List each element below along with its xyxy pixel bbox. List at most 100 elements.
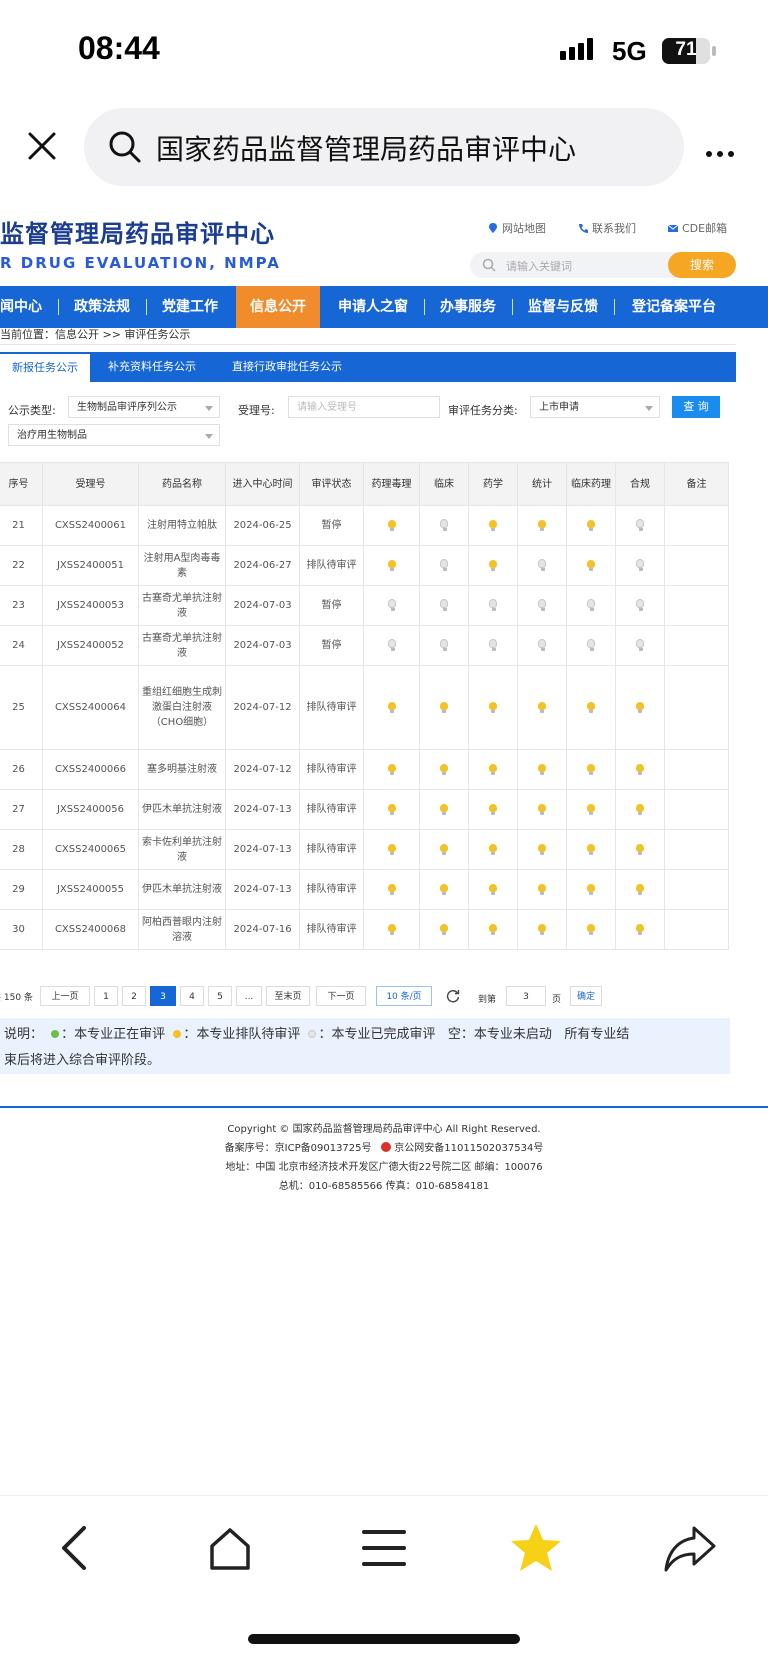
share-icon[interactable] (660, 1520, 720, 1576)
discipline-cell (468, 789, 518, 830)
page-button-current[interactable]: 3 (150, 986, 176, 1006)
discipline-cell (566, 585, 616, 626)
chevron-down-icon (205, 406, 213, 411)
goto-page-input[interactable]: 3 (506, 986, 546, 1006)
bulb-queued-icon (587, 560, 595, 571)
nav-feedback[interactable]: 监督与反馈 (528, 286, 598, 328)
nav-services[interactable]: 办事服务 (440, 286, 496, 328)
entry-date: 2024-06-27 (225, 545, 300, 586)
address: 地址：中国 北京市经济技术开发区广德大街22号院二区 邮编：100076 (225, 1162, 543, 1173)
bulb-queued-icon (489, 804, 497, 815)
discipline-cell (517, 749, 567, 790)
tab-new-report[interactable]: 新报任务公示 (0, 352, 90, 382)
drug-name: 阿柏西普眼内注射溶液 (138, 909, 226, 950)
next-page-button[interactable]: 下一页 (316, 986, 366, 1006)
nav-registration[interactable]: 登记备案平台 (632, 286, 716, 328)
col-header: 审评状态 (299, 462, 364, 506)
col-header: 受理号 (42, 462, 139, 506)
tab-supplement[interactable]: 补充资料任务公示 (108, 352, 196, 382)
table-row: 28 CXSS2400065 索卡佐利单抗注射液 2024-07-13 排队待审评 (0, 829, 729, 870)
bulb-done-icon (538, 559, 546, 571)
review-status: 排队待审评 (299, 869, 364, 910)
discipline-cell (468, 585, 518, 626)
discipline-cell (419, 545, 469, 586)
table-row: 27 JXSS2400056 伊匹木单抗注射液 2024-07-13 排队待审评 (0, 789, 729, 830)
discipline-cell (363, 829, 420, 870)
page-button[interactable]: 5 (208, 986, 232, 1006)
discipline-cell (363, 869, 420, 910)
row-number: 30 (0, 909, 43, 950)
type-select[interactable]: 生物制品审评序列公示 (68, 396, 220, 418)
task-table: 序号 受理号 药品名称 进入中心时间 审评状态 药理毒理 临床 药学 统计 临床… (0, 462, 729, 950)
bulb-queued-icon (489, 924, 497, 935)
col-header: 药品名称 (138, 462, 226, 506)
entry-date: 2024-07-12 (225, 665, 300, 750)
bulb-queued-icon (587, 804, 595, 815)
discipline-cell (615, 505, 665, 546)
search-input[interactable]: 国家药品监督管理局药品审评中心 (84, 108, 684, 186)
refresh-icon[interactable] (446, 989, 460, 1003)
site-search-button[interactable]: 搜索 (668, 252, 736, 278)
row-number: 22 (0, 545, 43, 586)
entry-date: 2024-06-25 (225, 505, 300, 546)
category-select[interactable]: 治疗用生物制品 (8, 424, 220, 446)
sitemap-link[interactable]: 网站地图 (488, 220, 546, 236)
bulb-queued-icon (587, 764, 595, 775)
nav-applicant[interactable]: 申请人之窗 (338, 286, 408, 328)
bulb-queued-icon (538, 804, 546, 815)
query-button[interactable]: 查 询 (672, 396, 720, 418)
bulb-queued-icon (538, 844, 546, 855)
home-icon[interactable] (200, 1520, 260, 1576)
review-status: 排队待审评 (299, 789, 364, 830)
discipline-cell (517, 665, 567, 750)
drug-name: 注射用A型肉毒毒素 (138, 545, 226, 586)
bottom-toolbar (0, 1495, 768, 1664)
remark-cell (664, 909, 729, 950)
discipline-cell (615, 585, 665, 626)
bulb-queued-icon (636, 764, 644, 775)
last-page-button[interactable]: 至末页 (266, 986, 310, 1006)
discipline-cell (419, 749, 469, 790)
discipline-cell (517, 829, 567, 870)
bulb-done-icon (440, 599, 448, 611)
row-number: 21 (0, 505, 43, 546)
menu-icon[interactable] (354, 1520, 414, 1576)
contact-link[interactable]: 联系我们 (578, 220, 636, 236)
confirm-button[interactable]: 确定 (570, 986, 602, 1006)
total-count: 共 150 条 (0, 993, 33, 1003)
prev-page-button[interactable]: 上一页 (40, 986, 90, 1006)
table-row: 21 CXSS2400061 注射用特立帕肽 2024-06-25 暂停 (0, 505, 729, 546)
more-icon[interactable] (706, 142, 739, 161)
task-select[interactable]: 上市申请 (530, 396, 660, 418)
nav-news[interactable]: 闻中心 (0, 286, 42, 328)
table-row: 25 CXSS2400064 重组红细胞生成刺激蛋白注射液（CHO细胞） 2024-0… (0, 665, 729, 750)
table-row: 29 JXSS2400055 伊匹木单抗注射液 2024-07-13 排队待审评 (0, 869, 729, 910)
accept-input[interactable]: 请输入受理号 (288, 396, 440, 418)
bulb-queued-icon (636, 844, 644, 855)
nav-party[interactable]: 党建工作 (162, 286, 218, 328)
per-page-select[interactable]: 10 条/页 (376, 986, 432, 1006)
remark-cell (664, 665, 729, 750)
discipline-cell (566, 789, 616, 830)
tab-direct-approval[interactable]: 直接行政审批任务公示 (232, 352, 342, 382)
footer-divider (0, 1106, 768, 1108)
page-button[interactable]: 2 (122, 986, 146, 1006)
discipline-cell (468, 869, 518, 910)
goto-label: 到第 (478, 995, 497, 1005)
accept-number: CXSS2400066 (42, 749, 139, 790)
nav-policy[interactable]: 政策法规 (74, 286, 130, 328)
bulb-done-icon (308, 1030, 317, 1038)
bulb-queued-icon (387, 702, 396, 713)
back-icon[interactable] (46, 1520, 106, 1576)
bulb-queued-icon (538, 884, 546, 895)
page-button[interactable]: 1 (94, 986, 118, 1006)
cde-mail-link[interactable]: CDE邮箱 (668, 220, 727, 236)
close-icon[interactable] (26, 130, 58, 162)
page-unit: 页 (552, 995, 562, 1005)
table-header-row: 序号 受理号 药品名称 进入中心时间 审评状态 药理毒理 临床 药学 统计 临床… (0, 462, 729, 506)
nav-info-public[interactable]: 信息公开 (236, 286, 320, 328)
star-icon[interactable] (506, 1520, 566, 1576)
discipline-cell (615, 869, 665, 910)
drug-name: 塞多明基注射液 (138, 749, 226, 790)
page-button[interactable]: 4 (180, 986, 204, 1006)
